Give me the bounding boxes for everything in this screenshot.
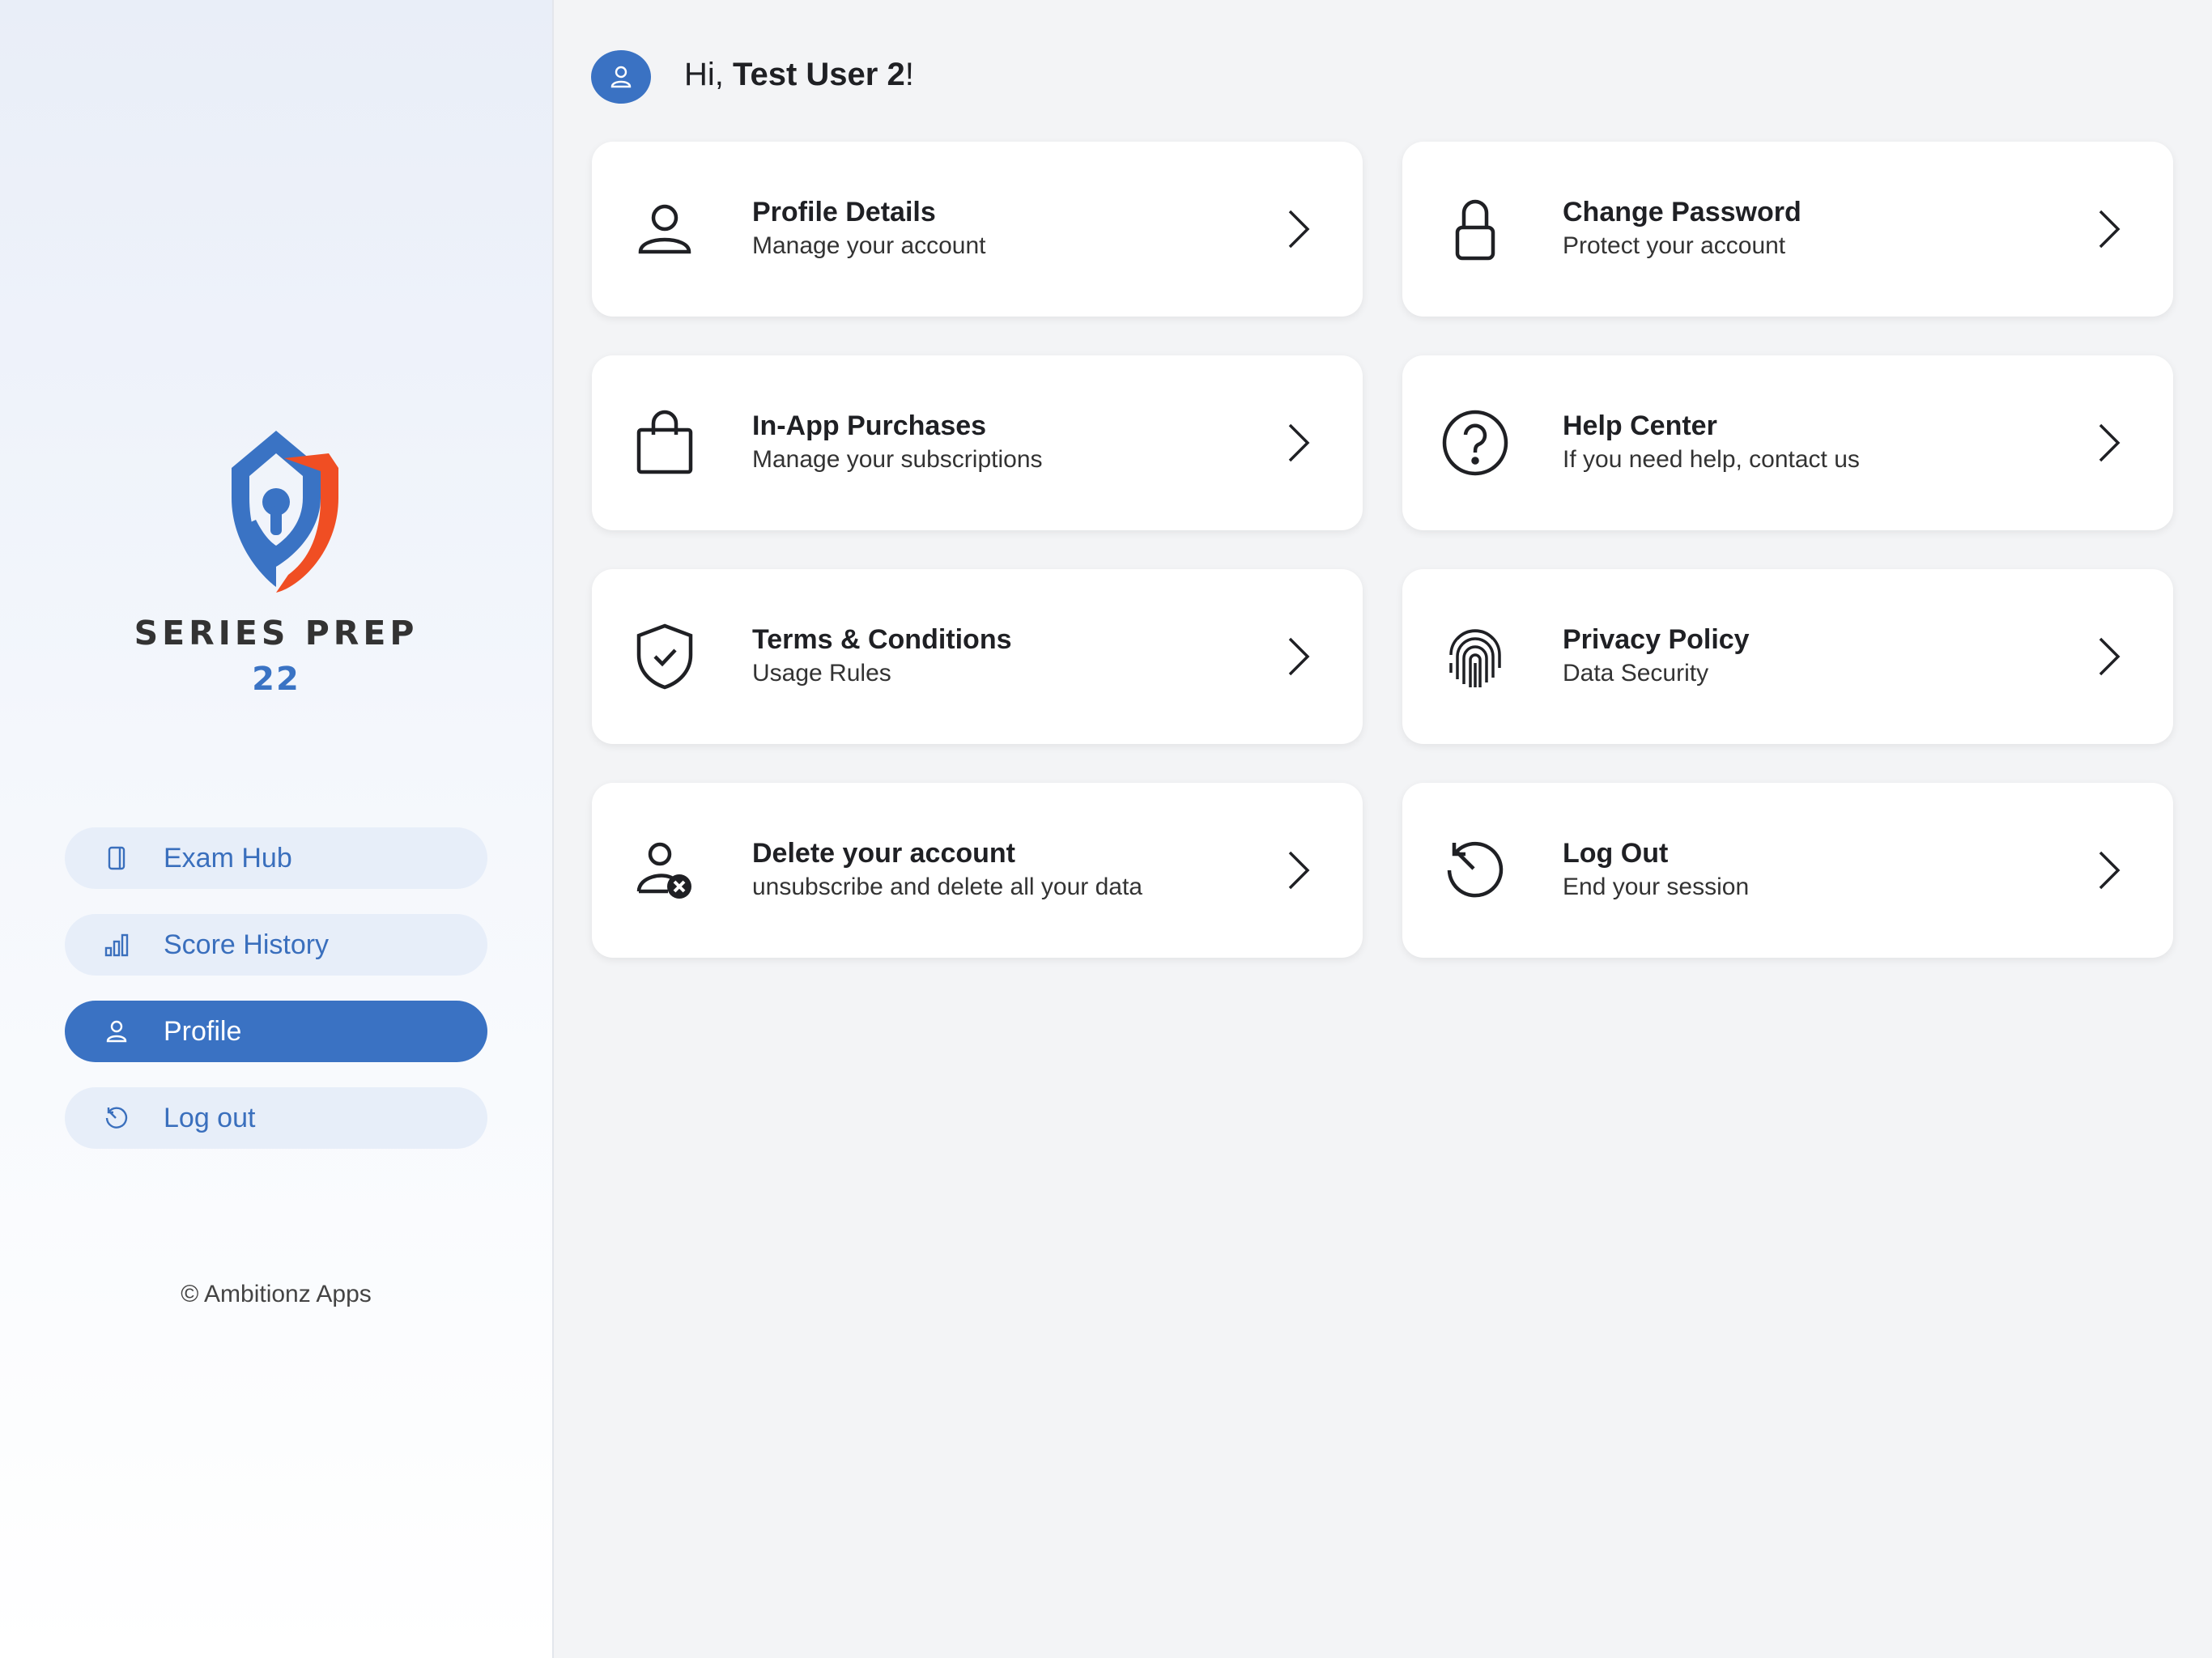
sidebar-item-profile[interactable]: Profile [65, 1001, 487, 1062]
card-subtitle: Data Security [1563, 660, 1709, 687]
user-name: Test User 2 [733, 57, 905, 92]
help-center-card[interactable]: Help Center If you need help, contact us [1402, 355, 2173, 530]
shopping-bag-icon [631, 409, 699, 477]
card-subtitle: unsubscribe and delete all your data [752, 874, 1142, 900]
greeting-prefix: Hi, [684, 57, 733, 92]
card-subtitle: Usage Rules [752, 660, 891, 687]
in-app-purchases-card[interactable]: In-App Purchases Manage your subscriptio… [592, 355, 1363, 530]
bar-chart-icon [104, 932, 130, 958]
card-subtitle: End your session [1563, 874, 1750, 900]
sidebar-item-label: Score History [164, 929, 330, 960]
lock-icon [1441, 195, 1509, 263]
card-title: Log Out [1563, 838, 1669, 869]
document-icon [104, 845, 130, 871]
chevron-right-icon [1282, 206, 1314, 252]
card-title: Delete your account [752, 838, 1015, 869]
change-password-card[interactable]: Change Password Protect your account [1402, 142, 2173, 317]
shield-check-icon [631, 623, 699, 691]
greeting: Hi, Test User 2! [684, 57, 914, 93]
user-delete-icon [631, 836, 699, 904]
user-icon [610, 66, 632, 88]
chevron-right-icon [2092, 634, 2125, 679]
user-icon [104, 1018, 130, 1044]
sidebar-nav: Exam Hub Score History Profile Log out [65, 827, 487, 1174]
sidebar-item-score-history[interactable]: Score History [65, 914, 487, 976]
brand-number: 22 [252, 661, 300, 698]
log-out-card[interactable]: Log Out End your session [1402, 783, 2173, 958]
card-title: Help Center [1563, 410, 1717, 441]
sidebar-item-exam-hub[interactable]: Exam Hub [65, 827, 487, 889]
privacy-policy-card[interactable]: Privacy Policy Data Security [1402, 569, 2173, 744]
card-title: In-App Purchases [752, 410, 987, 441]
delete-account-card[interactable]: Delete your account unsubscribe and dele… [592, 783, 1363, 958]
sidebar-item-label: Profile [164, 1015, 242, 1047]
card-subtitle: Manage your subscriptions [752, 446, 1043, 473]
profile-details-card[interactable]: Profile Details Manage your account [592, 142, 1363, 317]
user-icon [631, 195, 699, 263]
card-title: Terms & Conditions [752, 624, 1012, 655]
fingerprint-icon [1441, 623, 1509, 691]
chevron-right-icon [2092, 848, 2125, 893]
chevron-right-icon [2092, 206, 2125, 252]
chevron-right-icon [1282, 634, 1314, 679]
sidebar: SERIES PREP 22 Exam Hub Score History Pr… [0, 0, 554, 1658]
card-title: Privacy Policy [1563, 624, 1750, 655]
brand-title: SERIES PREP [134, 614, 419, 653]
chevron-right-icon [1282, 420, 1314, 466]
sidebar-item-label: Log out [164, 1102, 256, 1133]
card-subtitle: Protect your account [1563, 232, 1786, 259]
card-title: Change Password [1563, 197, 1802, 227]
chevron-right-icon [1282, 848, 1314, 893]
greeting-suffix: ! [904, 57, 914, 92]
card-subtitle: Manage your account [752, 232, 986, 259]
sidebar-item-log-out[interactable]: Log out [65, 1087, 487, 1149]
shield-keyhole-logo-icon [232, 431, 338, 593]
sidebar-item-label: Exam Hub [164, 842, 292, 874]
chevron-right-icon [2092, 420, 2125, 466]
copyright-text: © Ambitionz Apps [181, 1281, 372, 1307]
card-subtitle: If you need help, contact us [1563, 446, 1860, 473]
avatar [591, 50, 651, 104]
brand-logo: SERIES PREP 22 [0, 421, 552, 712]
history-icon [1441, 836, 1509, 904]
help-circle-icon [1441, 409, 1509, 477]
card-title: Profile Details [752, 197, 936, 227]
history-icon [104, 1105, 130, 1131]
terms-conditions-card[interactable]: Terms & Conditions Usage Rules [592, 569, 1363, 744]
